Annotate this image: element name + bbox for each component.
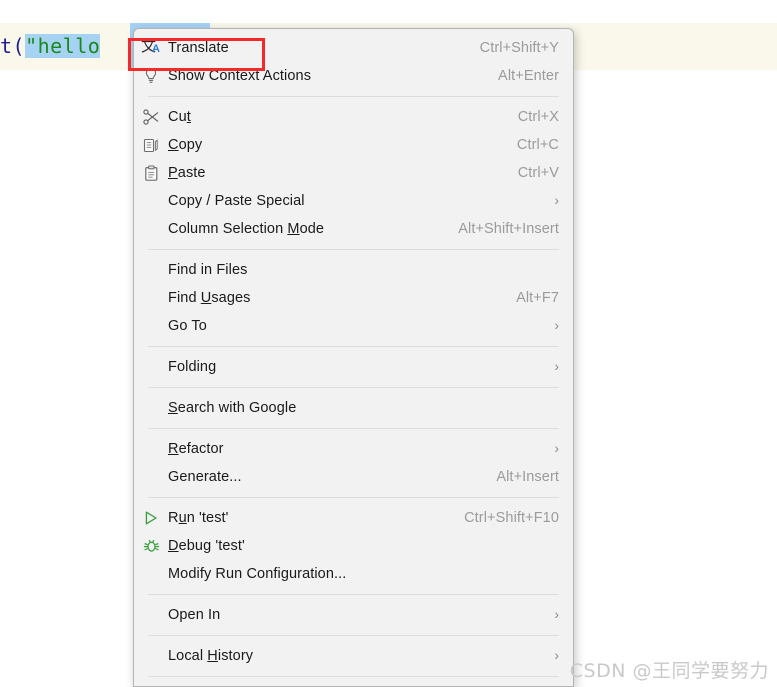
lightbulb-icon <box>145 67 157 83</box>
menu-item-label: Find in Files <box>168 262 248 278</box>
run-icon <box>145 511 157 525</box>
menu-item-cut[interactable]: Cut Ctrl+X <box>134 103 573 131</box>
menu-item-debug-test[interactable]: Debug 'test' <box>134 532 573 560</box>
menu-item-label: Folding <box>168 359 217 375</box>
clipboard-icon <box>144 164 157 181</box>
menu-separator <box>148 635 559 636</box>
menu-item-label: Local History <box>168 648 254 664</box>
menu-icon-slot-empty <box>134 435 168 463</box>
menu-item-shortcut: Alt+F7 <box>516 290 559 306</box>
menu-icon-slot-empty <box>134 187 168 215</box>
chevron-right-icon: › <box>554 317 559 333</box>
chevron-right-icon: › <box>554 647 559 663</box>
code-token-selected-string: hello <box>37 34 101 58</box>
menu-icon-slot-empty <box>134 394 168 422</box>
menu-item-modify-run-configuration[interactable]: Modify Run Configuration... <box>134 560 573 588</box>
menu-item-column-selection-mode[interactable]: Column Selection Mode Alt+Shift+Insert <box>134 215 573 243</box>
debug-icon-slot <box>134 532 168 560</box>
menu-item-copy[interactable]: Copy Ctrl+C <box>134 131 573 159</box>
menu-icon-slot-empty <box>134 353 168 381</box>
menu-item-search-with-google[interactable]: Search with Google <box>134 394 573 422</box>
menu-item-run-test[interactable]: Run 'test' Ctrl+Shift+F10 <box>134 504 573 532</box>
menu-item-paste[interactable]: Paste Ctrl+V <box>134 159 573 187</box>
menu-item-generate[interactable]: Generate... Alt+Insert <box>134 463 573 491</box>
translate-icon: 文A <box>141 37 160 55</box>
menu-item-shortcut: Alt+Enter <box>498 68 559 84</box>
menu-separator <box>148 346 559 347</box>
scissors-icon <box>142 109 158 125</box>
scissors-icon-slot <box>134 103 168 131</box>
menu-item-shortcut: Alt+Shift+Insert <box>458 221 559 237</box>
chevron-right-icon: › <box>554 440 559 456</box>
menu-item-shortcut: Alt+Insert <box>496 469 559 485</box>
code-line: t("hello <box>0 28 101 64</box>
menu-item-find-in-files[interactable]: Find in Files <box>134 256 573 284</box>
menu-item-label: Show Context Actions <box>168 68 312 84</box>
menu-item-label: Open In <box>168 607 221 623</box>
code-token-quote: " <box>25 34 38 58</box>
code-token-prefix: t( <box>0 34 26 58</box>
menu-separator <box>148 96 559 97</box>
menu-item-shortcut: Ctrl+Shift+Y <box>479 40 559 56</box>
menu-separator <box>148 497 559 498</box>
menu-item-label: Copy / Paste Special <box>168 193 305 209</box>
menu-item-shortcut: Ctrl+C <box>516 137 559 153</box>
menu-item-label: Debug 'test' <box>168 538 245 554</box>
menu-icon-slot-empty <box>134 284 168 312</box>
menu-separator <box>148 428 559 429</box>
editor-context-menu[interactable]: 文 A Translate Ctrl+Shift+Y Show Context Acti… <box>133 28 574 687</box>
menu-item-label: Generate... <box>168 469 242 485</box>
menu-item-copy-paste-special[interactable]: Copy / Paste Special › <box>134 187 573 215</box>
chevron-right-icon: › <box>554 192 559 208</box>
menu-item-label: Column Selection Mode <box>168 221 325 237</box>
menu-separator <box>148 594 559 595</box>
menu-item-label: Cut <box>168 109 191 125</box>
menu-item-local-history[interactable]: Local History › <box>134 642 573 670</box>
menu-item-shortcut: Ctrl+V <box>517 165 559 181</box>
debug-icon <box>143 539 159 552</box>
menu-item-open-in[interactable]: Open In › <box>134 601 573 629</box>
menu-item-label: Modify Run Configuration... <box>168 566 347 582</box>
menu-item-execute-selection-in-python-console[interactable]: Execute Selection in Python ConsoleAlt+S… <box>134 683 573 686</box>
menu-item-label: Paste <box>168 165 206 181</box>
menu-icon-slot-empty <box>134 215 168 243</box>
menu-icon-slot-empty <box>134 463 168 491</box>
menu-icon-slot-empty <box>134 560 168 588</box>
run-icon-slot <box>134 504 168 532</box>
menu-item-label: Search with Google <box>168 400 297 416</box>
menu-separator <box>148 249 559 250</box>
menu-icon-slot-empty <box>134 601 168 629</box>
menu-item-show-context-actions[interactable]: Show Context Actions Alt+Enter <box>134 62 573 90</box>
menu-item-shortcut: Ctrl+X <box>517 109 559 125</box>
translate-icon-slot: 文A <box>134 34 168 62</box>
copy-icon-slot <box>134 131 168 159</box>
chevron-right-icon: › <box>554 606 559 622</box>
screenshot-root: t("hello 文 A Translate Ctrl+Shift+Y Show Con… <box>0 0 777 687</box>
menu-item-go-to[interactable]: Go To › <box>134 312 573 340</box>
menu-separator <box>148 387 559 388</box>
menu-separator <box>148 676 559 677</box>
menu-icon-slot-empty <box>134 256 168 284</box>
menu-item-label: Run 'test' <box>168 510 229 526</box>
lightbulb-icon-slot <box>134 62 168 90</box>
copy-icon <box>143 138 158 152</box>
menu-item-translate[interactable]: 文 A Translate Ctrl+Shift+Y <box>134 34 573 62</box>
menu-item-folding[interactable]: Folding › <box>134 353 573 381</box>
clipboard-icon-slot <box>134 159 168 187</box>
menu-item-label: Go To <box>168 318 207 334</box>
menu-item-refactor[interactable]: Refactor › <box>134 435 573 463</box>
menu-item-label: Copy <box>168 137 203 153</box>
menu-item-shortcut: Ctrl+Shift+F10 <box>464 510 559 526</box>
menu-icon-slot-empty <box>134 683 168 686</box>
menu-item-label: Translate <box>168 40 229 56</box>
watermark-text: CSDN @王同学要努力 <box>569 660 769 682</box>
menu-item-label: Refactor <box>168 441 224 457</box>
menu-icon-slot-empty <box>134 312 168 340</box>
menu-item-label: Find Usages <box>168 290 251 306</box>
chevron-right-icon: › <box>554 358 559 374</box>
menu-icon-slot-empty <box>134 642 168 670</box>
menu-item-find-usages[interactable]: Find Usages Alt+F7 <box>134 284 573 312</box>
